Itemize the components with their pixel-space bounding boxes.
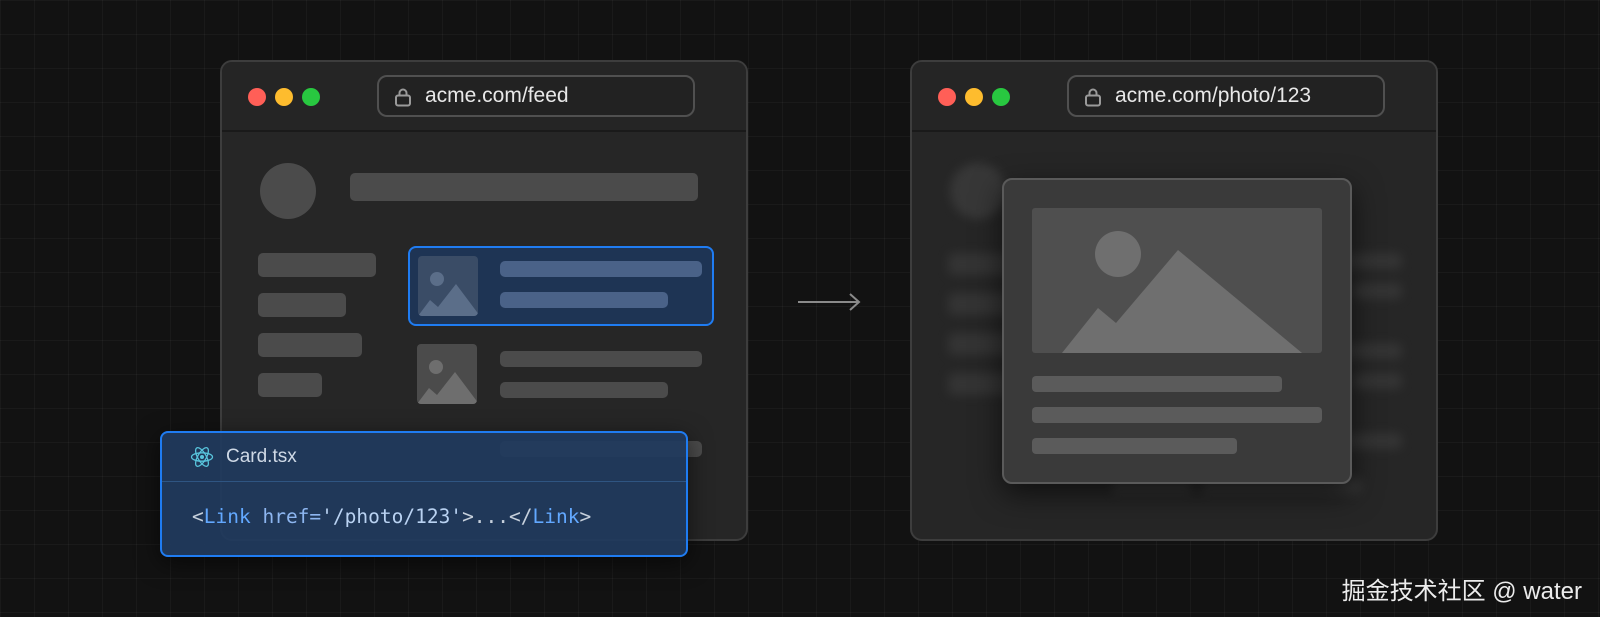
sidebar-placeholder (258, 293, 346, 317)
image-icon (1062, 231, 1302, 353)
photo-thumbnail (417, 344, 477, 404)
sidebar-placeholder (258, 253, 376, 277)
lock-icon (395, 88, 411, 107)
photo-image (1032, 208, 1322, 353)
lock-icon (1085, 88, 1101, 107)
modal-text-placeholder (1032, 407, 1322, 423)
selected-photo-card[interactable] (408, 246, 714, 326)
minimize-dot[interactable] (965, 88, 983, 106)
modal-text-placeholder (1032, 438, 1237, 454)
code-bracket: > (579, 505, 592, 528)
close-dot[interactable] (248, 88, 266, 106)
code-close-tag: Link (532, 505, 580, 528)
code-filename: Card.tsx (226, 446, 297, 467)
sidebar-placeholder (258, 373, 322, 397)
card-subtitle-placeholder (500, 382, 668, 398)
maximize-dot[interactable] (992, 88, 1010, 106)
address-bar[interactable]: acme.com/photo/123 (1067, 75, 1385, 117)
card-thumbnail (418, 256, 478, 316)
browser-window-photo: acme.com/photo/123 (910, 60, 1438, 541)
code-tag: Link (203, 505, 251, 528)
code-attribute: href= (250, 505, 322, 528)
window-titlebar: acme.com/feed (222, 62, 746, 132)
minimize-dot[interactable] (275, 88, 293, 106)
code-string: '/photo/123' (321, 505, 463, 528)
watermark-text: 掘金技术社区 @ water (1341, 578, 1582, 605)
address-text: acme.com/photo/123 (1115, 84, 1312, 107)
code-bracket: < (192, 505, 204, 528)
avatar-placeholder (260, 163, 316, 219)
react-icon (190, 447, 214, 467)
card-subtitle-placeholder (500, 292, 668, 308)
maximize-dot[interactable] (302, 88, 320, 106)
close-dot[interactable] (938, 88, 956, 106)
image-icon (418, 272, 478, 316)
code-panel-header: Card.tsx (162, 433, 686, 482)
address-text: acme.com/feed (425, 84, 569, 107)
card-title-placeholder (500, 351, 702, 367)
code-middle: >...</ (462, 505, 533, 528)
photo-modal[interactable] (1002, 178, 1352, 484)
sidebar-placeholder (258, 333, 362, 357)
arrow-right-icon (798, 293, 861, 311)
address-bar[interactable]: acme.com/feed (377, 75, 695, 117)
code-line: <Link href='/photo/123'>...</Link> (192, 505, 591, 528)
header-placeholder (350, 173, 698, 201)
image-icon (417, 360, 477, 404)
code-snippet-panel: Card.tsx <Link href='/photo/123'>...</Li… (160, 431, 688, 557)
window-titlebar: acme.com/photo/123 (912, 62, 1436, 132)
modal-text-placeholder (1032, 376, 1282, 392)
card-title-placeholder (500, 261, 702, 277)
